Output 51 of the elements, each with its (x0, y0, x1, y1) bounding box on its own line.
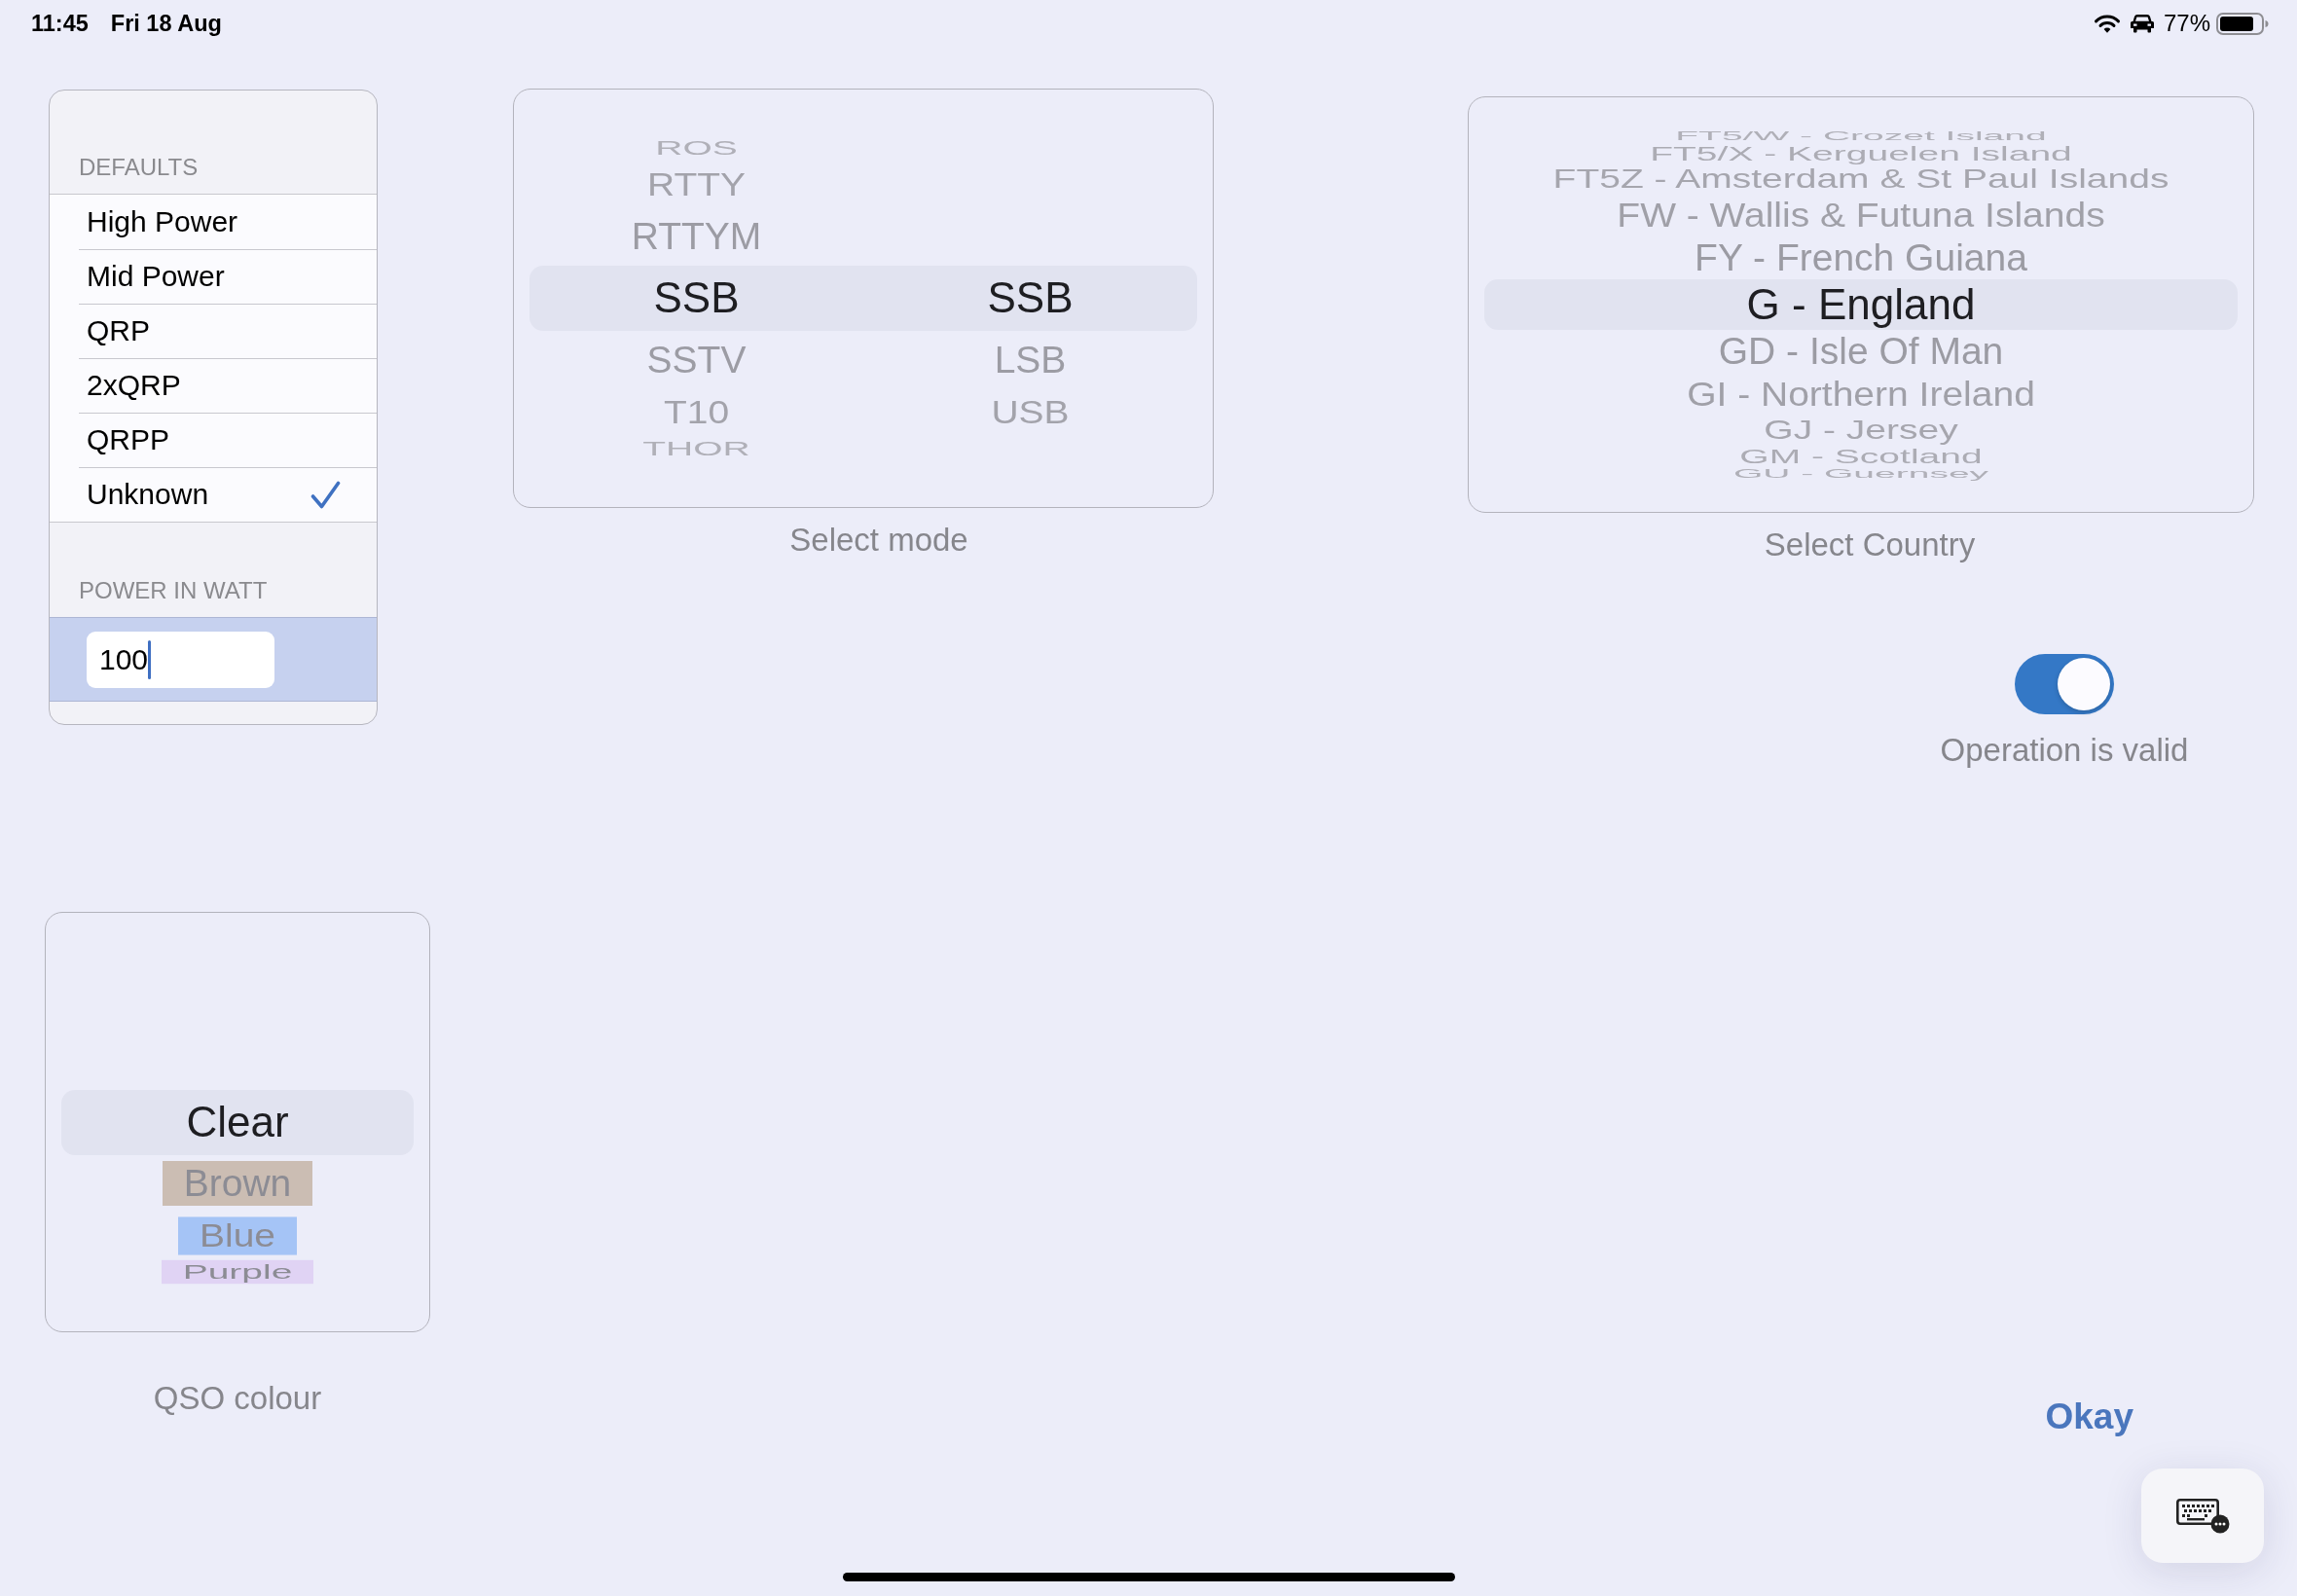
picker-option[interactable]: FY - French Guiana (1695, 238, 2027, 276)
picker-option[interactable]: FW - Wallis & Futuna Islands (1617, 197, 2105, 233)
text-cursor-icon (148, 639, 152, 679)
picker-option[interactable]: GU - Guernsey (1732, 466, 1989, 480)
battery-percentage: 77% (2163, 10, 2210, 37)
keyboard-icon (2175, 1498, 2230, 1534)
picker-option[interactable]: GJ - Jersey (1764, 416, 1958, 444)
list-item[interactable]: High Power (50, 195, 377, 249)
section-header: DEFAULTS (79, 154, 199, 181)
battery-icon (2216, 12, 2269, 35)
list-item[interactable]: Mid Power (50, 249, 377, 304)
checkmark-icon (310, 480, 341, 509)
picker-option[interactable]: GD - Isle Of Man (1718, 332, 2004, 370)
list-item[interactable]: QRP (50, 304, 377, 358)
picker-option[interactable]: LSB (994, 341, 1067, 379)
picker-caption: Select Country (1764, 526, 1976, 563)
picker-option[interactable]: GM - Scotland (1739, 445, 1983, 466)
picker-wheel[interactable]: ROS RTTY RTTYM SSB SSTV T10 THOR SSB LSB USB (513, 89, 1214, 508)
section-header: POWER IN WATT (79, 577, 268, 604)
status-date: Fri 18 Aug (110, 10, 222, 37)
list-item[interactable]: QRPP (50, 413, 377, 467)
input-field[interactable]: 100 (87, 631, 274, 688)
picker-option[interactable]: G - England (1746, 279, 1976, 329)
colour-option[interactable]: Brown (162, 1161, 313, 1206)
keyboard-button[interactable] (2141, 1469, 2264, 1563)
list-item[interactable]: Unknown (50, 467, 377, 522)
picker-wheel[interactable]: Clear Brown Blue Purple (45, 912, 430, 1332)
colour-option[interactable]: Blue (177, 1215, 298, 1255)
status-time: 11:45 (31, 10, 89, 37)
wifi-icon (2093, 14, 2121, 33)
picker-option[interactable]: ROS (655, 137, 738, 158)
car-icon (2129, 14, 2155, 33)
picker-option[interactable]: T10 (663, 395, 730, 428)
picker-option[interactable]: RTTYM (631, 217, 762, 255)
okay-button[interactable]: Okay (2045, 1396, 2133, 1437)
picker-caption: Select mode (789, 522, 968, 559)
picker-option[interactable]: SSB (653, 273, 740, 322)
picker-option[interactable]: USB (991, 395, 1070, 428)
picker-option[interactable]: GI - Northern Ireland (1687, 376, 2035, 412)
picker-option[interactable]: FT5/W - Crozet Island (1675, 128, 2047, 142)
picker-option[interactable]: Clear (186, 1097, 289, 1146)
picker-option[interactable]: THOR (642, 438, 750, 458)
list-item[interactable]: 2xQRP (50, 358, 377, 413)
picker-caption: QSO colour (153, 1380, 322, 1417)
picker-option[interactable]: FT5Z - Amsterdam & St Paul Islands (1552, 164, 2169, 193)
picker-option[interactable]: FT5/X - Kerguelen Island (1650, 142, 2072, 163)
picker-option[interactable]: RTTY (646, 167, 747, 200)
colour-option[interactable]: Purple (161, 1259, 314, 1285)
toggle-label: Operation is valid (1940, 732, 2189, 769)
picker-option[interactable]: SSTV (646, 341, 747, 379)
picker-option[interactable]: SSB (987, 273, 1074, 322)
